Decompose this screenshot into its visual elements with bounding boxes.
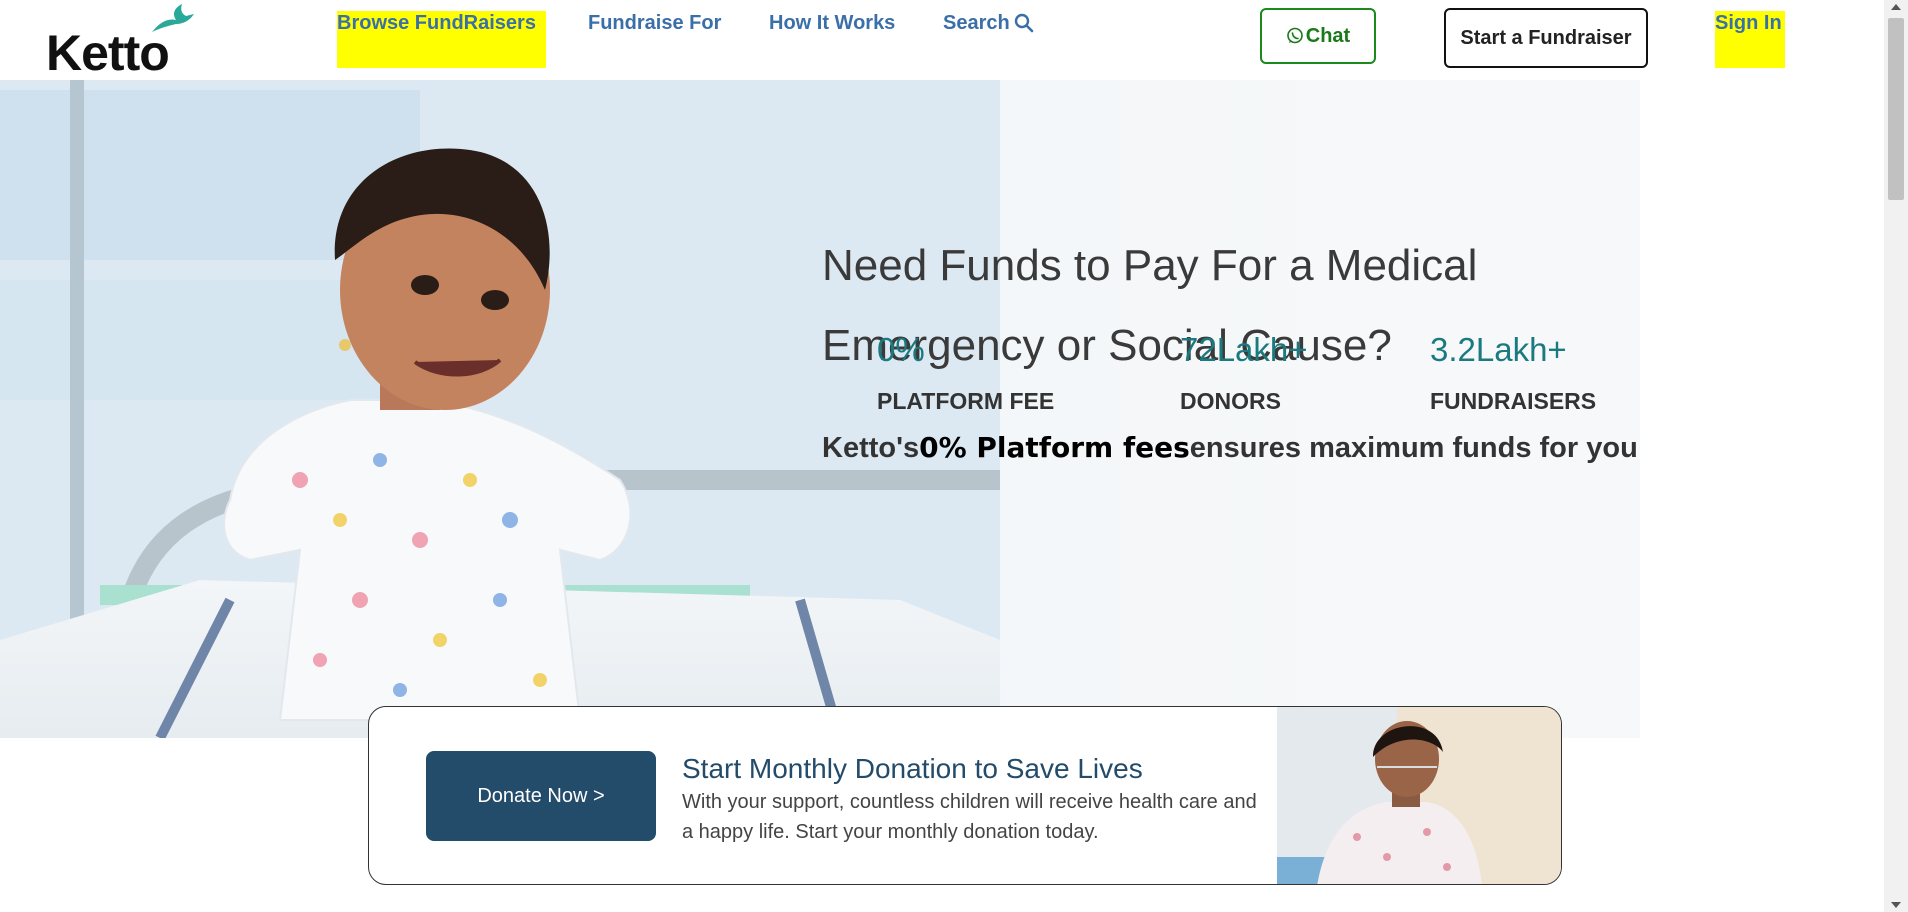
- stat-platform-fee: 0% PLATFORM FEE: [877, 330, 1054, 415]
- tagline-bold: 0% Platform fees: [919, 431, 1190, 464]
- donate-now-button[interactable]: Donate Now >: [426, 751, 656, 841]
- page-scrollbar[interactable]: [1884, 0, 1908, 912]
- sign-in-label: Sign In: [1715, 12, 1782, 34]
- card-description: With your support, countless children wi…: [682, 791, 1257, 843]
- monthly-donation-card: Donate Now > Start Monthly Donation to S…: [368, 706, 1562, 885]
- scroll-up-arrow-icon[interactable]: [1891, 4, 1901, 10]
- stat-value: 0%: [877, 331, 925, 368]
- stat-value: 3.2Lakh+: [1430, 331, 1567, 368]
- stat-label: FUNDRAISERS: [1430, 388, 1597, 414]
- nav-fundraise-for[interactable]: Fundraise For: [588, 11, 721, 35]
- tagline-suffix: ensures maximum funds for you: [1189, 432, 1638, 464]
- hero-section: Need Funds to Pay For a Medical Emergenc…: [0, 80, 1640, 738]
- sign-in-link[interactable]: Sign In: [1715, 11, 1785, 68]
- nav-search-label: Search: [943, 12, 1010, 34]
- chat-button[interactable]: Chat: [1260, 8, 1376, 64]
- card-child-photo: [1277, 707, 1561, 884]
- card-title: Start Monthly Donation to Save Lives: [682, 753, 1143, 784]
- nav-search[interactable]: Search: [943, 11, 1034, 35]
- scroll-down-arrow-icon[interactable]: [1891, 902, 1901, 908]
- bird-icon: [152, 4, 194, 32]
- stat-fundraisers: 3.2Lakh+ FUNDRAISERS: [1430, 330, 1596, 415]
- hero-child-photo: [0, 80, 1000, 738]
- ketto-logo[interactable]: Ketto: [46, 0, 196, 81]
- tagline-prefix: Ketto's: [822, 432, 920, 464]
- stat-label: DONORS: [1180, 388, 1281, 414]
- nav-browse-fundraisers[interactable]: Browse FundRaisers: [337, 11, 546, 68]
- whatsapp-icon: [1286, 27, 1303, 44]
- stat-label: PLATFORM FEE: [877, 388, 1055, 414]
- stat-value: 72Lakh+: [1180, 331, 1308, 368]
- scroll-thumb[interactable]: [1888, 18, 1904, 200]
- start-fundraiser-button[interactable]: Start a Fundraiser: [1444, 8, 1648, 68]
- stat-donors: 72Lakh+ DONORS: [1180, 330, 1308, 415]
- chat-label: Chat: [1305, 24, 1351, 47]
- search-icon: [1014, 13, 1034, 33]
- hero-tagline: Ketto's0% Platform feesensures maximum f…: [822, 431, 1638, 465]
- nav-how-it-works[interactable]: How It Works: [769, 11, 895, 35]
- nav-browse-label: Browse FundRaisers: [337, 12, 536, 34]
